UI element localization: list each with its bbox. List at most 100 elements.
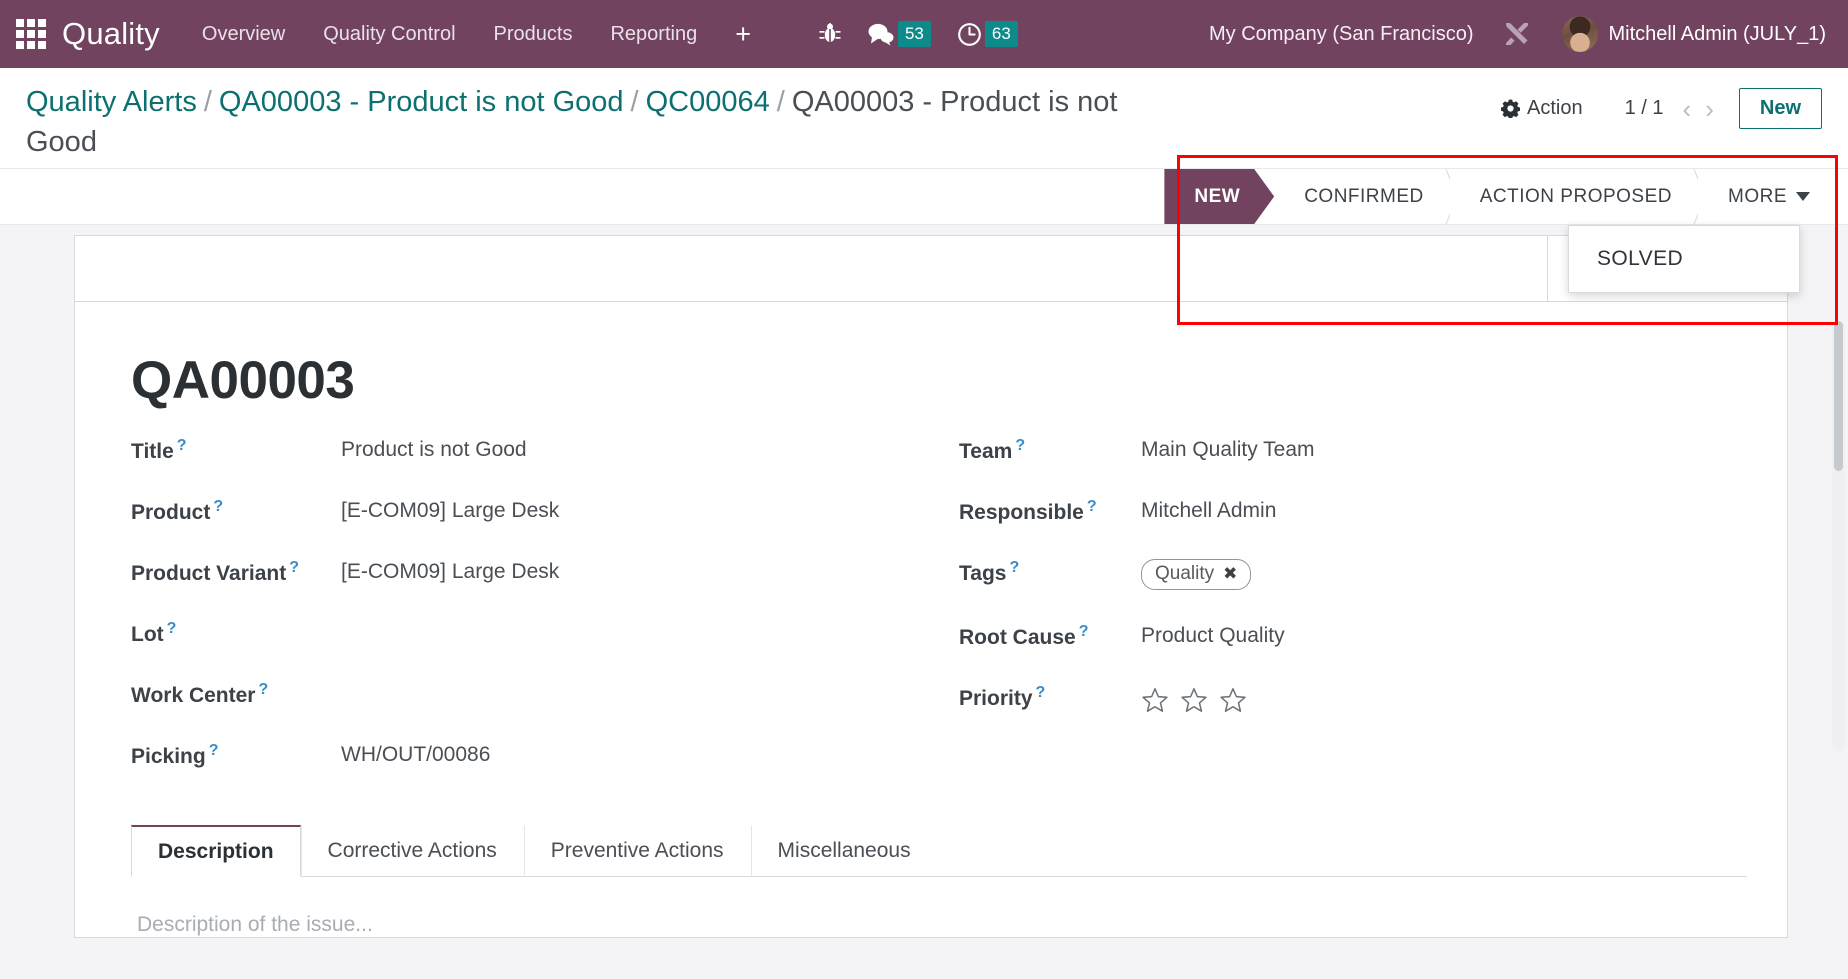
- tag-chip-quality[interactable]: Quality ✖: [1141, 559, 1252, 591]
- description-editor[interactable]: Description of the issue...: [131, 877, 1747, 937]
- tab-description[interactable]: Description: [131, 825, 301, 878]
- help-tooltip-icon[interactable]: ?: [1087, 498, 1097, 515]
- form-column-left: Title? Product is not Good Product? [E-C…: [131, 437, 919, 803]
- star-empty-icon[interactable]: [1141, 686, 1169, 714]
- field-lot: Lot?: [131, 620, 919, 648]
- help-tooltip-icon[interactable]: ?: [258, 681, 268, 698]
- field-label-picking: Picking?: [131, 742, 341, 769]
- messages-button[interactable]: 53: [867, 21, 931, 47]
- priority-star-rating[interactable]: [1141, 684, 1247, 714]
- field-value-product[interactable]: [E-COM09] Large Desk: [341, 498, 559, 523]
- field-tags: Tags? Quality ✖: [959, 559, 1747, 591]
- field-label-work-center: Work Center?: [131, 681, 341, 708]
- close-x-icon[interactable]: ✖: [1223, 564, 1237, 584]
- breadcrumb: Quality Alerts / QA00003 - Product is not …: [26, 82, 1156, 162]
- field-root-cause: Root Cause? Product Quality: [959, 623, 1747, 651]
- pager-next-icon[interactable]: ›: [1698, 96, 1721, 122]
- help-tooltip-icon[interactable]: ?: [1036, 684, 1046, 701]
- pager-value[interactable]: 1 / 1: [1625, 97, 1664, 120]
- field-team: Team? Main Quality Team: [959, 437, 1747, 465]
- field-value-product-variant[interactable]: [E-COM09] Large Desk: [341, 559, 559, 584]
- field-work-center: Work Center?: [131, 681, 919, 709]
- help-tooltip-icon[interactable]: ?: [1015, 437, 1025, 454]
- label-text: Work Center: [131, 684, 256, 708]
- menu-overview[interactable]: Overview: [202, 23, 285, 46]
- label-text: Lot: [131, 623, 164, 647]
- help-tooltip-icon[interactable]: ?: [289, 559, 299, 576]
- form-column-right: Team? Main Quality Team Responsible? Mit…: [959, 437, 1747, 803]
- navbar-right-group: My Company (San Francisco) Mitchell Admi…: [1209, 16, 1826, 52]
- help-tooltip-icon[interactable]: ?: [167, 620, 177, 637]
- tab-corrective-actions[interactable]: Corrective Actions: [300, 825, 524, 878]
- status-more-label: MORE: [1728, 185, 1787, 207]
- status-stage-label: CONFIRMED: [1304, 185, 1424, 207]
- page-title: QA00003: [131, 351, 355, 411]
- apps-grid-icon[interactable]: [14, 17, 48, 51]
- status-stage-action-proposed[interactable]: ACTION PROPOSED: [1449, 169, 1698, 225]
- messages-count-badge: 53: [897, 21, 931, 47]
- field-label-lot: Lot?: [131, 620, 341, 647]
- field-value-root-cause[interactable]: Product Quality: [1141, 623, 1285, 648]
- label-text: Root Cause: [959, 626, 1076, 650]
- field-label-title: Title?: [131, 437, 341, 464]
- help-tooltip-icon[interactable]: ?: [213, 498, 223, 515]
- menu-quality-control[interactable]: Quality Control: [323, 23, 455, 46]
- label-text: Tags: [959, 562, 1007, 586]
- notebook-tabs: Description Corrective Actions Preventiv…: [131, 825, 1747, 878]
- user-menu[interactable]: Mitchell Admin (JULY_1): [1609, 23, 1826, 46]
- company-switcher[interactable]: My Company (San Francisco): [1209, 23, 1474, 46]
- dropdown-item-solved[interactable]: SOLVED: [1569, 236, 1799, 282]
- breadcrumb-item-quality-alerts[interactable]: Quality Alerts: [26, 86, 197, 118]
- status-stage-confirmed[interactable]: CONFIRMED: [1274, 169, 1450, 225]
- smart-button-bar: QC... Quality Ch...: [75, 236, 1787, 303]
- status-stage-new[interactable]: NEW: [1164, 169, 1274, 224]
- field-label-root-cause: Root Cause?: [959, 623, 1141, 650]
- sheet-wrapper: QC... Quality Ch... QA00003 Title? Produ…: [0, 235, 1848, 939]
- field-picking: Picking? WH/OUT/00086: [131, 742, 919, 770]
- status-stage-label: NEW: [1194, 185, 1241, 207]
- label-text: Picking: [131, 745, 206, 769]
- avatar[interactable]: [1561, 16, 1598, 52]
- page-scrollbar[interactable]: [1832, 321, 1845, 752]
- menu-products[interactable]: Products: [494, 23, 573, 46]
- field-responsible: Responsible? Mitchell Admin: [959, 498, 1747, 526]
- field-value-responsible[interactable]: Mitchell Admin: [1141, 498, 1276, 523]
- debug-bug-icon[interactable]: [819, 22, 841, 46]
- field-label-product-variant: Product Variant?: [131, 559, 341, 586]
- field-value-title[interactable]: Product is not Good: [341, 437, 527, 462]
- field-label-tags: Tags?: [959, 559, 1141, 586]
- field-product-variant: Product Variant? [E-COM09] Large Desk: [131, 559, 919, 587]
- activities-button[interactable]: 63: [957, 21, 1018, 47]
- field-value-team[interactable]: Main Quality Team: [1141, 437, 1315, 462]
- top-navbar: Quality Overview Quality Control Product…: [0, 0, 1848, 68]
- help-tooltip-icon[interactable]: ?: [177, 437, 187, 454]
- scrollbar-thumb[interactable]: [1834, 321, 1843, 472]
- help-tooltip-icon[interactable]: ?: [1079, 623, 1089, 640]
- breadcrumb-separator: /: [203, 86, 212, 118]
- tools-wrench-icon[interactable]: [1502, 19, 1532, 49]
- field-value-picking[interactable]: WH/OUT/00086: [341, 742, 490, 767]
- breadcrumb-item-qc00064[interactable]: QC00064: [646, 86, 770, 118]
- menu-reporting[interactable]: Reporting: [610, 23, 697, 46]
- menu-add-icon[interactable]: +: [735, 20, 751, 48]
- statusbar: NEW CONFIRMED ACTION PROPOSED MORE: [1164, 169, 1848, 225]
- form-fields-grid: Title? Product is not Good Product? [E-C…: [75, 415, 1787, 803]
- breadcrumb-item-qa00003[interactable]: QA00003 - Product is not Good: [219, 86, 624, 118]
- help-tooltip-icon[interactable]: ?: [209, 742, 219, 759]
- pager-previous-icon[interactable]: ‹: [1676, 96, 1699, 122]
- app-brand-quality[interactable]: Quality: [62, 16, 160, 52]
- tab-preventive-actions[interactable]: Preventive Actions: [523, 825, 751, 878]
- breadcrumb-separator: /: [630, 86, 639, 118]
- star-empty-icon[interactable]: [1219, 686, 1247, 714]
- tab-miscellaneous[interactable]: Miscellaneous: [750, 825, 938, 878]
- help-tooltip-icon[interactable]: ?: [1009, 559, 1019, 576]
- label-text: Product: [131, 501, 211, 525]
- star-empty-icon[interactable]: [1180, 686, 1208, 714]
- status-more-dropdown-toggle[interactable]: MORE: [1698, 169, 1820, 225]
- status-stage-label: ACTION PROPOSED: [1479, 185, 1672, 207]
- field-value-tags[interactable]: Quality ✖: [1141, 559, 1252, 591]
- form-sheet: QC... Quality Ch... QA00003 Title? Produ…: [74, 235, 1788, 939]
- action-menu-button[interactable]: Action: [1501, 97, 1583, 120]
- field-label-team: Team?: [959, 437, 1141, 464]
- new-button[interactable]: New: [1738, 88, 1822, 129]
